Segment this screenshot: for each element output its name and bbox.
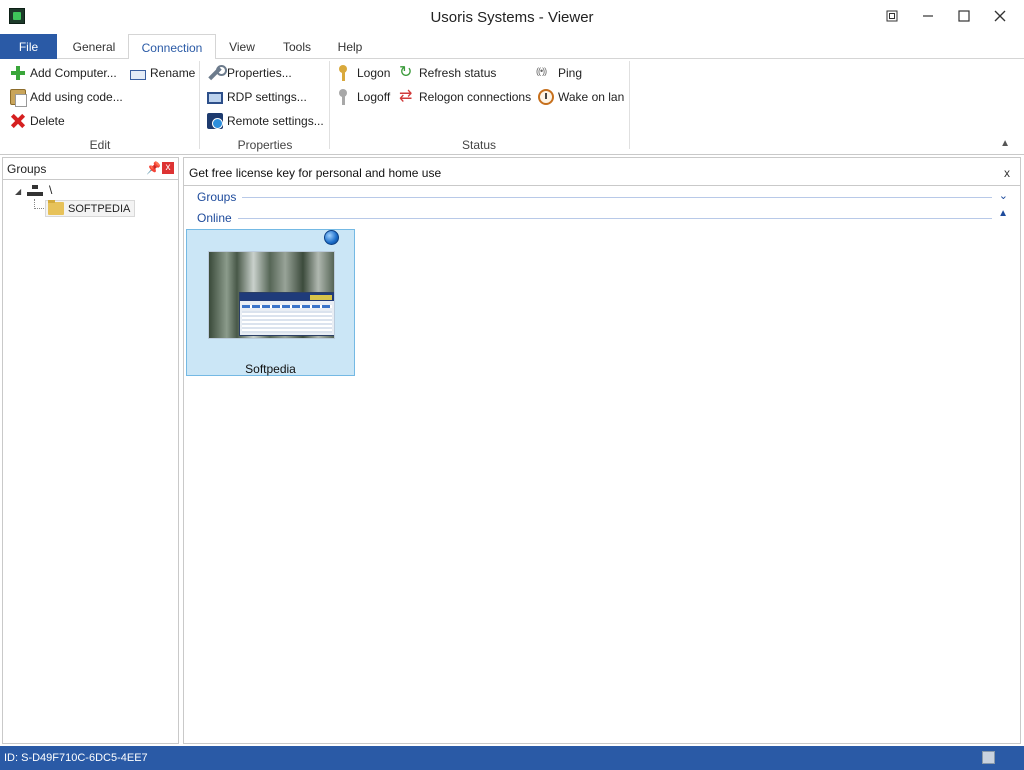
- add-computer-button[interactable]: Add Computer...: [10, 62, 117, 84]
- computer-tile[interactable]: Softpedia: [186, 229, 355, 376]
- remote-settings-icon: [207, 113, 223, 129]
- properties-button[interactable]: Properties...: [207, 62, 292, 84]
- key-gray-icon: [337, 89, 353, 105]
- computer-name: Softpedia: [245, 362, 296, 376]
- add-using-code-button[interactable]: Add using code...: [10, 86, 123, 108]
- globe-icon: [324, 230, 339, 245]
- add-using-code-label: Add using code...: [30, 90, 123, 104]
- edit-group-label: Edit: [89, 138, 111, 152]
- relogon-icon: [399, 86, 415, 106]
- status-square-icon[interactable]: [982, 751, 995, 764]
- ping-label: Ping: [558, 66, 583, 80]
- section-divider: [239, 197, 992, 198]
- delete-icon: [10, 113, 26, 129]
- license-banner-text[interactable]: Get free license key for personal and ho…: [189, 166, 441, 180]
- groups-panel-title: Groups: [7, 162, 47, 176]
- tree-item-softpedia[interactable]: SOFTPEDIA: [45, 200, 136, 217]
- tree-expand-icon[interactable]: ◢: [15, 187, 21, 196]
- chevron-up-icon[interactable]: ▲: [998, 208, 1008, 219]
- group-separator: [629, 61, 630, 149]
- properties-label: Properties...: [227, 66, 292, 80]
- group-separator: [329, 61, 330, 149]
- relogon-connections-label: Relogon connections: [419, 90, 532, 104]
- logon-button[interactable]: Logon: [337, 62, 390, 84]
- rdp-settings-button[interactable]: RDP settings...: [207, 86, 307, 108]
- section-groups[interactable]: Groups ⌄: [197, 188, 1010, 206]
- network-icon: [27, 184, 43, 198]
- ribbon: Add Computer... Rename Add using code...…: [0, 59, 1024, 155]
- computer-id: ID: S-D49F710C-6DC5-4EE7: [4, 752, 148, 764]
- add-computer-label: Add Computer...: [30, 66, 117, 80]
- refresh-status-label: Refresh status: [419, 66, 497, 80]
- status-bar: ID: S-D49F710C-6DC5-4EE7: [0, 746, 1024, 770]
- banner-close-button[interactable]: x: [1004, 166, 1010, 180]
- tab-help[interactable]: Help: [330, 34, 370, 59]
- wrench-icon: [207, 65, 227, 81]
- section-divider: [237, 218, 992, 219]
- tab-tools[interactable]: Tools: [274, 34, 320, 59]
- main-view: Get free license key for personal and ho…: [183, 157, 1021, 744]
- relogon-connections-button[interactable]: Relogon connections: [399, 86, 531, 108]
- delete-label: Delete: [30, 114, 65, 128]
- wake-on-lan-label: Wake on lan: [558, 90, 625, 104]
- folder-icon: [48, 200, 64, 215]
- status-group-label: Status: [461, 138, 497, 152]
- rename-button[interactable]: Rename: [130, 62, 195, 84]
- delete-button[interactable]: Delete: [10, 110, 65, 132]
- section-online[interactable]: Online ▲: [197, 208, 1010, 227]
- ribbon-tabs: File General Connection View Tools Help: [0, 34, 1024, 60]
- section-online-label: Online: [197, 211, 238, 225]
- tab-connection[interactable]: Connection: [128, 34, 216, 60]
- remote-settings-button[interactable]: Remote settings...: [207, 110, 324, 132]
- chevron-down-icon[interactable]: ⌄: [999, 189, 1008, 202]
- title-bar: Usoris Systems - Viewer: [0, 0, 1024, 34]
- pin-icon[interactable]: 📌: [146, 161, 161, 175]
- refresh-status-button[interactable]: Refresh status: [399, 62, 496, 84]
- rename-label: Rename: [150, 66, 196, 80]
- group-separator: [199, 61, 200, 149]
- properties-group-label: Properties: [237, 138, 293, 152]
- refresh-icon: [399, 62, 415, 82]
- wake-on-lan-button[interactable]: Wake on lan: [538, 86, 624, 108]
- minimize-icon[interactable]: [911, 2, 945, 30]
- rdp-settings-label: RDP settings...: [227, 90, 307, 104]
- section-groups-label: Groups: [197, 190, 243, 204]
- window-title: Usoris Systems - Viewer: [430, 9, 594, 26]
- remote-settings-label: Remote settings...: [227, 114, 324, 128]
- logoff-label: Logoff: [357, 90, 391, 104]
- logoff-button[interactable]: Logoff: [337, 86, 390, 108]
- logon-label: Logon: [357, 66, 391, 80]
- maximize-icon[interactable]: [947, 2, 981, 30]
- collapse-ribbon-icon[interactable]: ▲: [1000, 138, 1010, 149]
- groups-panel-header: Groups 📌 x: [3, 158, 178, 180]
- tree-root[interactable]: \: [49, 183, 52, 197]
- groups-panel: Groups 📌 x ◢ \ SOFTPEDIA: [2, 157, 179, 744]
- add-icon: [10, 65, 26, 81]
- tree-item-label: SOFTPEDIA: [68, 202, 131, 215]
- desktop-thumbnail: [208, 251, 335, 339]
- tab-view[interactable]: View: [220, 34, 264, 59]
- alarm-clock-icon: [538, 89, 554, 105]
- snap-icon[interactable]: [875, 2, 909, 30]
- panel-close-icon[interactable]: x: [162, 162, 174, 174]
- rename-icon: [130, 69, 146, 80]
- ping-button[interactable]: Ping: [536, 62, 583, 84]
- license-banner: Get free license key for personal and ho…: [184, 158, 1020, 186]
- tab-file[interactable]: File: [0, 34, 57, 59]
- key-icon: [337, 65, 353, 81]
- ping-antenna-icon: [536, 65, 554, 81]
- clipboard-icon: [10, 89, 27, 107]
- rdp-monitor-icon: [207, 92, 223, 104]
- close-icon[interactable]: [983, 2, 1017, 30]
- tab-general[interactable]: General: [64, 34, 124, 59]
